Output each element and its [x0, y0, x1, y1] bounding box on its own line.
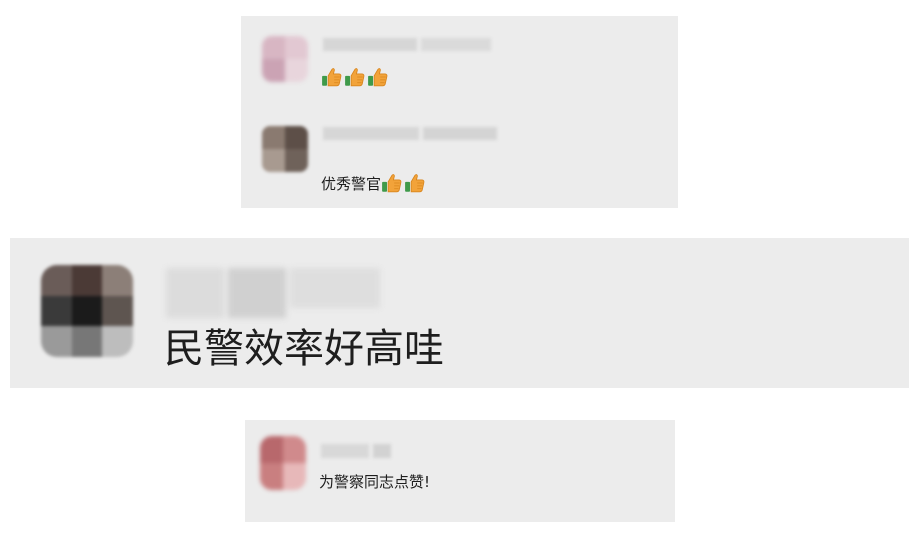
username-redacted — [323, 127, 497, 140]
username-redacted — [166, 268, 380, 318]
avatar — [262, 36, 308, 82]
avatar — [41, 265, 133, 357]
thumbs-up-icon — [367, 66, 389, 88]
avatar — [262, 126, 308, 172]
thumbs-up-icon — [404, 172, 426, 194]
emoji-row — [381, 172, 426, 194]
comment-card-3: 为警察同志点赞! — [245, 420, 675, 522]
comment-item: 优秀警官 — [241, 112, 678, 208]
username-redacted — [321, 444, 391, 458]
avatar — [260, 436, 306, 490]
emoji-row — [321, 66, 389, 88]
thumbs-up-icon — [344, 66, 366, 88]
comment-card-1: 优秀警官 — [241, 16, 678, 208]
comment-item — [241, 16, 678, 112]
comment-card-2: 民警效率好高哇 — [10, 238, 909, 388]
comment-text — [321, 65, 389, 89]
comment-text: 民警效率好高哇 — [164, 326, 444, 372]
thumbs-up-icon — [321, 66, 343, 88]
thumbs-up-icon — [381, 172, 403, 194]
username-redacted — [323, 38, 491, 51]
comment-text: 优秀警官 — [321, 171, 426, 195]
comment-text: 为警察同志点赞! — [319, 472, 431, 491]
